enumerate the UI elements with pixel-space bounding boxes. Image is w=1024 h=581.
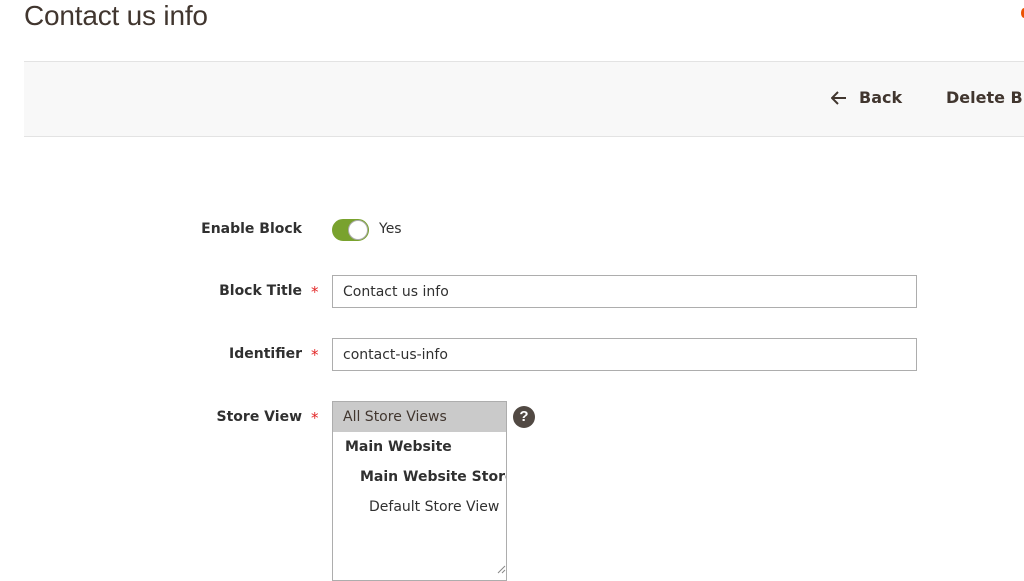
required-marker: * [311, 346, 319, 364]
back-button[interactable]: Back [831, 88, 902, 107]
block-title-label: Block Title [219, 283, 302, 299]
enable-block-label: Enable Block [201, 221, 302, 237]
arrow-left-icon [831, 90, 846, 105]
back-button-label: Back [859, 88, 903, 107]
resize-grip-icon[interactable] [496, 564, 506, 574]
store-view-multiselect[interactable]: All Store Views Main Website Main Websit… [332, 401, 507, 581]
block-title-input[interactable] [332, 275, 917, 308]
identifier-label: Identifier [229, 346, 302, 362]
option-main-website: Main Website [345, 439, 452, 455]
identifier-input[interactable] [332, 338, 917, 371]
enable-block-toggle[interactable] [332, 219, 369, 241]
required-marker: * [311, 283, 319, 301]
page-actions-bar: Back Delete Block [24, 61, 1024, 137]
enable-block-value: Yes [379, 221, 402, 237]
store-view-label: Store View [216, 409, 302, 425]
option-all-store-views[interactable]: All Store Views [333, 402, 506, 432]
question-circle-icon[interactable]: ? [513, 406, 535, 428]
page-title: Contact us info [24, 0, 208, 31]
option-main-website-store: Main Website Store [360, 469, 507, 485]
delete-block-button[interactable]: Delete Block [946, 88, 1024, 107]
toggle-knob [348, 220, 368, 240]
option-default-store-view[interactable]: Default Store View [333, 492, 506, 522]
required-marker: * [311, 409, 319, 427]
